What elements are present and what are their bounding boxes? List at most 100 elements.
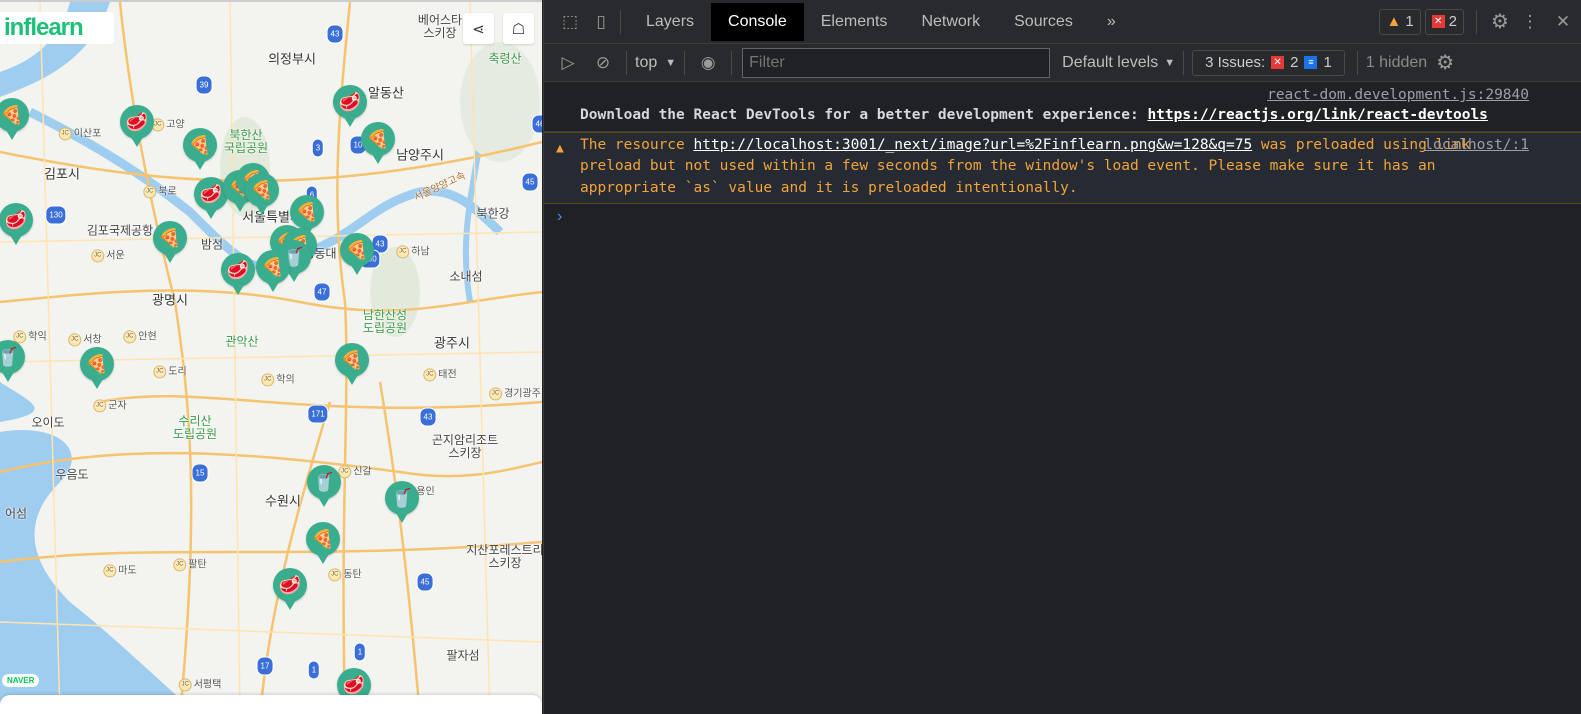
tab-layers[interactable]: Layers <box>629 3 711 41</box>
share-icon: ⋖ <box>472 20 485 38</box>
message-text: The resource <box>580 136 694 153</box>
device-toolbar-icon[interactable]: ▯ <box>590 12 612 32</box>
settings-gear-icon[interactable]: ⚙ <box>1485 9 1515 34</box>
error-icon: ✕ <box>1271 56 1285 69</box>
tab-sources[interactable]: Sources <box>997 3 1090 41</box>
junction-icon: JC <box>178 678 192 692</box>
map-marker-pizza[interactable]: 🍕 <box>183 128 217 170</box>
errors-badge[interactable]: ✕ 2 <box>1424 8 1464 35</box>
map-marker-pizza[interactable]: 🍕 <box>245 173 279 215</box>
issues-button[interactable]: 3 Issues: ✕ 2 ≡ 1 <box>1192 49 1345 76</box>
inflearn-logo[interactable]: inflearn <box>0 12 114 44</box>
junction-icon: JC <box>91 249 105 263</box>
live-expression-eye-icon[interactable]: ◉ <box>693 53 723 73</box>
road-shield: 39 <box>195 75 213 95</box>
junction-label: JC 마도 <box>103 564 137 578</box>
sidebar-toggle-icon[interactable]: ▷ <box>548 53 588 73</box>
junction-name: 서평택 <box>193 679 222 691</box>
map-marker-cup[interactable]: 🥤 <box>307 465 341 507</box>
junction-label: JC 군자 <box>93 399 127 413</box>
map-label: 관악산 <box>225 334 259 349</box>
errors-count: 2 <box>1448 13 1457 30</box>
map-marker-pizza[interactable]: 🍕 <box>290 195 324 237</box>
map-marker-pizza[interactable]: 🍕 <box>80 347 114 389</box>
junction-label: JC 경기광주 <box>489 387 541 401</box>
console-prompt[interactable]: › <box>544 204 1581 230</box>
junction-name: 태전 <box>438 369 457 381</box>
map-label: 곤지암리조트 스키장 <box>431 433 499 460</box>
road-shield: 47 <box>313 282 331 302</box>
map-marker-meat[interactable]: 🥩 <box>120 105 154 147</box>
junction-label: JC 북로 <box>143 185 177 199</box>
divider <box>620 9 621 34</box>
react-devtools-link[interactable]: https://reactjs.org/link/react-devtools <box>1147 107 1487 123</box>
map-marker-meat[interactable]: 🥩 <box>221 253 255 295</box>
meat-icon: 🥩 <box>4 209 28 230</box>
tab-console[interactable]: Console <box>711 2 804 41</box>
context-selector[interactable]: top ▼ <box>635 54 676 72</box>
feedback-button[interactable]: ☖ <box>503 13 534 44</box>
warnings-count: 1 <box>1405 13 1414 30</box>
resource-link[interactable]: http://localhost:3001/_next/image?url=%2… <box>694 137 1253 153</box>
junction-icon: JC <box>396 245 410 259</box>
junction-icon: JC <box>153 365 167 379</box>
map-label: 수원시 <box>265 493 301 509</box>
junction-name: 안현 <box>138 331 157 343</box>
map-label: 지산포레스트리 스키장 <box>466 543 542 570</box>
road-shield: 17 <box>256 656 274 676</box>
map-marker-pizza[interactable]: 🍕 <box>340 233 374 275</box>
map-label: 남양주시 <box>396 147 444 163</box>
message-text: Download the React DevTools for a better… <box>580 107 1148 123</box>
message-source-link[interactable]: react-dom.development.js:29840 <box>1267 85 1529 107</box>
junction-name: 도리 <box>168 366 187 378</box>
share-button[interactable]: ⋖ <box>463 13 494 44</box>
map-label: 밤섬 <box>200 237 224 252</box>
cup-icon: 🥤 <box>390 487 414 508</box>
more-tabs-button[interactable]: » <box>1090 3 1133 41</box>
divider <box>1183 50 1185 75</box>
map-view[interactable]: 의정부시 알동산 남양주시 김포시 서울특별시 김포국제공항 밤섬 광명시 관악산 남한산성 도립… <box>0 0 542 714</box>
road-shield: 130 <box>45 205 67 225</box>
junction-name: 하남 <box>411 246 430 258</box>
warnings-badge[interactable]: ▲ 1 <box>1379 8 1421 35</box>
map-marker-pizza[interactable]: 🍕 <box>335 343 369 385</box>
map-marker-cup[interactable]: 🥤 <box>385 481 419 523</box>
console-filter-input[interactable] <box>742 47 1051 78</box>
issues-label: 3 Issues: <box>1205 54 1266 71</box>
junction-name: 학의 <box>276 374 295 386</box>
road-shield: 3 <box>311 138 325 158</box>
divider <box>684 50 686 75</box>
junction-name: 학익 <box>28 331 47 343</box>
map-marker-pizza[interactable]: 🍕 <box>153 221 187 263</box>
more-options-icon[interactable]: ⋮ <box>1515 12 1545 32</box>
close-devtools-icon[interactable]: ✕ <box>1545 12 1581 32</box>
map-marker-pizza[interactable]: 🍕 <box>306 522 340 564</box>
map-marker-meat[interactable]: 🥩 <box>273 568 307 610</box>
junction-label: JC 태전 <box>423 368 457 382</box>
map-label: 베어스타 스키장 <box>417 13 463 40</box>
junction-label: JC 서평택 <box>178 678 222 692</box>
inspect-element-icon[interactable]: ⬚ <box>550 12 590 32</box>
feedback-icon: ☖ <box>511 20 526 38</box>
map-marker-meat[interactable]: 🥩 <box>333 85 367 127</box>
junction-icon: JC <box>423 368 437 382</box>
road-shield: 46 <box>531 114 542 134</box>
clear-console-icon[interactable]: ⊘ <box>588 53 618 73</box>
map-marker-pizza[interactable]: 🍕 <box>361 122 395 164</box>
message-source-link[interactable]: localhost/:1 <box>1424 135 1529 157</box>
naver-attribution[interactable]: NAVER <box>2 674 40 687</box>
junction-label: JC 학익 <box>13 330 47 344</box>
console-settings-gear-icon[interactable]: ⚙ <box>1427 50 1463 75</box>
tab-network[interactable]: Network <box>904 3 997 41</box>
junction-name: 동탄 <box>343 569 362 581</box>
console-message-info: react-dom.development.js:29840 Download … <box>544 82 1581 132</box>
map-marker-meat[interactable]: 🥩 <box>0 203 33 245</box>
bottom-sheet[interactable] <box>0 695 542 714</box>
pizza-icon: 🍕 <box>345 239 369 260</box>
road-shield: 45 <box>521 172 539 192</box>
tab-elements[interactable]: Elements <box>804 3 905 41</box>
road-shield: 1 <box>307 660 321 680</box>
map-marker-pizza[interactable]: 🍕 <box>256 250 290 292</box>
log-levels-dropdown[interactable]: Default levels ▼ <box>1062 54 1175 72</box>
pizza-icon: 🍕 <box>261 256 285 277</box>
